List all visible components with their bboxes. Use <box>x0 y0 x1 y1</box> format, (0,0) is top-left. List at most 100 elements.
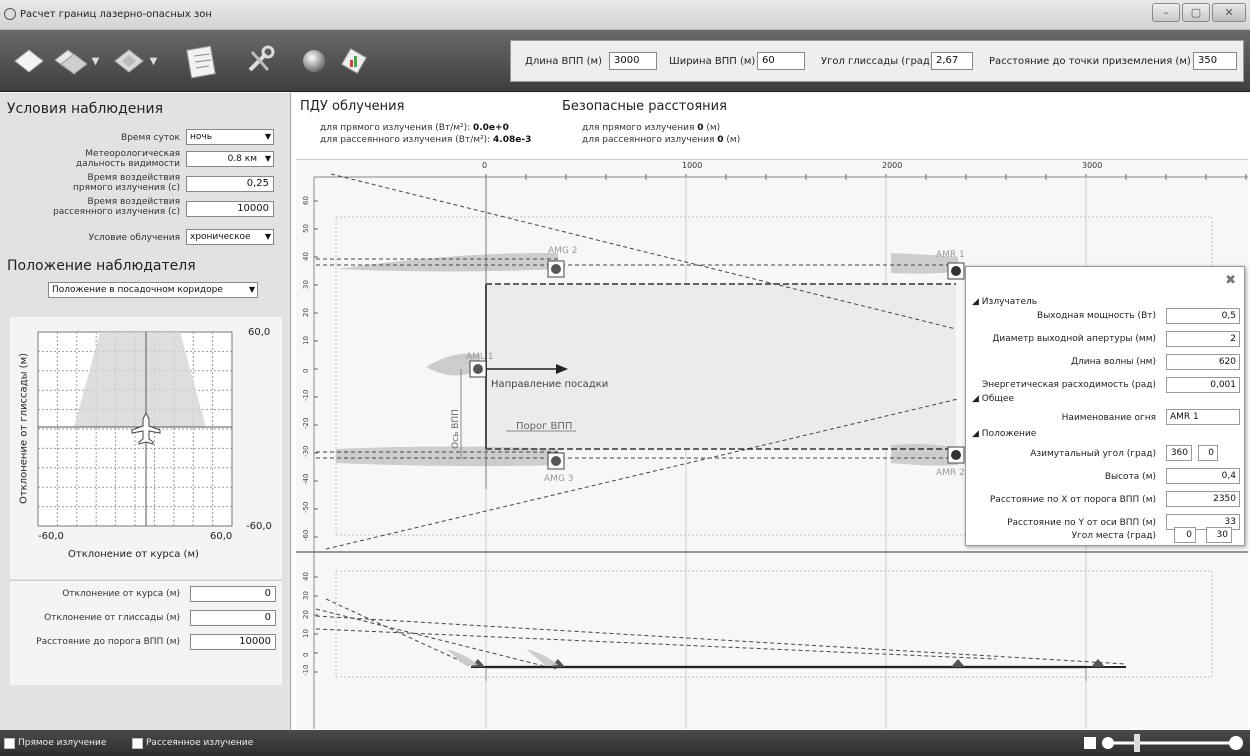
y-tick-label: -10 <box>302 390 310 401</box>
exposure-condition-select[interactable]: хроническое ▼ <box>186 229 274 245</box>
visibility-label-line1: Метеорологическая <box>85 149 180 159</box>
touchdown-distance-label: Расстояние до точки приземления (м) <box>989 56 1191 67</box>
wrench-icon <box>248 45 275 72</box>
power-input[interactable]: 0,5 <box>1166 308 1240 324</box>
dose-title: ПДУ облучения <box>300 99 405 114</box>
aperture-input[interactable]: 2 <box>1166 331 1240 347</box>
x-distance-input[interactable]: 2350 <box>1166 491 1240 507</box>
collapse-icon[interactable]: ◢ <box>972 297 982 307</box>
direct-radiation-label: Прямое излучение <box>18 738 107 748</box>
left-panel: Условия наблюдения Время суток ночь ▼ Мет… <box>0 93 291 730</box>
light-amr1[interactable] <box>947 262 965 280</box>
y-tick-label: 30 <box>302 280 310 289</box>
globe-button[interactable] <box>296 42 332 80</box>
glide-deviation-input[interactable]: 0 <box>190 610 276 626</box>
label-amg2: AMG 2 <box>548 246 577 256</box>
observer-mode-select[interactable]: Положение в посадочном коридоре ▼ <box>48 282 258 298</box>
observer-position-chart: 60,0 -60,0 -60,0 60,0 Отклонение от курс… <box>10 317 282 579</box>
light-name-input[interactable]: AMR 1 <box>1166 409 1240 425</box>
runway-axis-label: Ось ВПП <box>451 409 461 449</box>
time-of-day-select[interactable]: ночь ▼ <box>186 129 274 145</box>
divergence-input[interactable]: 0,001 <box>1166 377 1240 393</box>
elevation-degrees-input[interactable]: 0 <box>1174 527 1196 543</box>
y-tick-label: 10 <box>302 629 310 638</box>
light-type-dropdown[interactable]: ▼ <box>50 42 102 80</box>
minimize-button[interactable]: – <box>1152 3 1180 22</box>
scattered-exposure-input[interactable]: 10000 <box>186 201 274 217</box>
safe-title: Безопасные расстояния <box>562 99 727 114</box>
wavelength-input[interactable]: 620 <box>1166 354 1240 370</box>
safe-direct-unit: (м) <box>703 123 721 133</box>
height-label: Высота (м) <box>1104 472 1156 482</box>
label-amg3: AMG 3 <box>544 474 573 484</box>
close-icon[interactable]: ✖ <box>1225 273 1236 288</box>
safe-scattered-unit: (м) <box>723 135 741 145</box>
wavelength-label: Длина волны (нм) <box>1070 357 1156 367</box>
light-aml1[interactable] <box>469 360 487 378</box>
chart-export-icon <box>341 48 367 74</box>
safe-scattered-label: для рассеянного излучения <box>582 135 718 145</box>
collapse-icon[interactable]: ◢ <box>972 429 982 439</box>
toolbar: ▼ ▼ Длина ВПП (м) 3000 Ширина ВПП (м) 60… <box>0 30 1250 92</box>
new-light-button[interactable] <box>10 42 48 80</box>
chevron-down-icon: ▼ <box>264 232 271 241</box>
glide-angle-input[interactable]: 2,67 <box>931 52 973 70</box>
conditions-title: Условия наблюдения <box>7 101 164 117</box>
azimuth-minutes-input[interactable]: 0 <box>1198 445 1218 461</box>
dose-scattered: для рассеянного излучения (Вт/м²): 4.08e… <box>320 135 531 145</box>
y-tick-label: -20 <box>302 418 310 429</box>
light-amg3[interactable] <box>547 452 565 470</box>
time-of-day-label: Время суток <box>121 133 180 143</box>
y-tick-label: 60 <box>302 196 310 205</box>
app-icon <box>4 8 16 20</box>
y-tick-label: 0 <box>302 369 310 373</box>
collapse-icon[interactable]: ◢ <box>972 394 982 404</box>
chevron-down-icon: ▼ <box>264 132 271 141</box>
title-bar: Расчет границ лазерно-опасных зон – ▢ ✕ <box>0 0 1250 30</box>
visibility-select[interactable]: 0.8 км ▼ <box>186 151 274 167</box>
elevation-label: Угол места (град) <box>1071 531 1156 541</box>
y-max-label: 60,0 <box>248 327 271 338</box>
x-tick-label: 0 <box>482 161 487 170</box>
runway-params-panel: Длина ВПП (м) 3000 Ширина ВПП (м) 60 Уго… <box>510 40 1244 82</box>
visibility-value: 0.8 км <box>227 154 257 164</box>
sphere-icon <box>303 50 325 72</box>
export-button[interactable] <box>336 42 372 80</box>
y-tick-label: 20 <box>302 308 310 317</box>
slider-thumb[interactable] <box>1134 734 1140 752</box>
scattered-radiation-label: Рассеянное излучение <box>146 738 254 748</box>
runway-width-input[interactable]: 60 <box>757 52 805 70</box>
zoom-slider[interactable] <box>1078 730 1248 756</box>
course-deviation-input[interactable]: 0 <box>190 586 276 602</box>
elevation-minutes-input[interactable]: 30 <box>1206 527 1232 543</box>
report-button[interactable] <box>178 42 228 80</box>
light-group-dropdown[interactable]: ▼ <box>108 42 160 80</box>
direct-exposure-label-line2: прямого излучения (с) <box>73 183 180 193</box>
threshold-distance-input[interactable]: 10000 <box>190 634 276 650</box>
y-tick-label: 0 <box>302 653 310 657</box>
x-tick-label: 2000 <box>882 161 902 170</box>
light-amr2[interactable] <box>947 446 965 464</box>
touchdown-distance-input[interactable]: 350 <box>1193 52 1237 70</box>
power-label: Выходная мощность (Вт) <box>1037 311 1156 321</box>
runway-width-label: Ширина ВПП (м) <box>669 56 756 67</box>
light-amg2[interactable] <box>547 260 565 278</box>
scattered-radiation-checkbox[interactable] <box>132 738 143 749</box>
runway-length-input[interactable]: 3000 <box>609 52 657 70</box>
threshold-distance-label: Расстояние до порога ВПП (м) <box>36 637 180 647</box>
y-tick-label: -30 <box>302 446 310 457</box>
height-input[interactable]: 0,4 <box>1166 468 1240 484</box>
dose-scattered-label: для рассеянного излучения (Вт/м²): <box>320 135 494 145</box>
direct-radiation-checkbox[interactable] <box>4 738 15 749</box>
y-tick-label: 50 <box>302 224 310 233</box>
direct-exposure-input[interactable]: 0,25 <box>186 176 274 192</box>
azimuth-degrees-input[interactable]: 360 <box>1166 445 1192 461</box>
dose-direct-value: 0.0e+0 <box>473 123 509 133</box>
group-emitter-header: ◢ Излучатель <box>972 297 1037 307</box>
y-axis-title: Отклонение от глиссады (м) <box>18 352 30 505</box>
label-amr2: AMR 2 <box>936 468 965 478</box>
maximize-button[interactable]: ▢ <box>1182 3 1210 22</box>
time-of-day-value: ночь <box>190 132 213 142</box>
close-button[interactable]: ✕ <box>1212 3 1246 22</box>
settings-button[interactable] <box>238 42 280 80</box>
